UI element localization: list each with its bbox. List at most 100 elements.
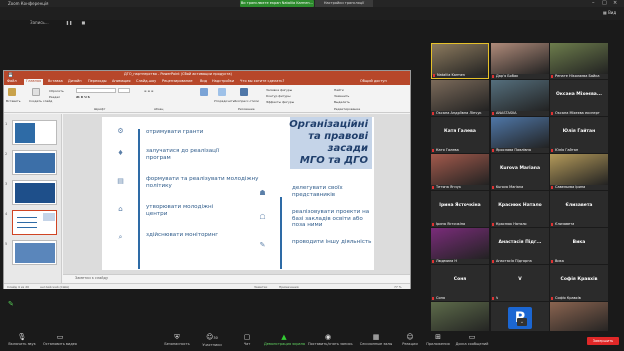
share-screen-button[interactable]: ▲ Демонстрация экрана: [264, 333, 305, 346]
annotate-pen-icon[interactable]: ✎: [8, 300, 14, 308]
slide-thumb-2[interactable]: [12, 150, 57, 175]
ribbon-find[interactable]: Найти: [334, 88, 344, 92]
ribbon-section[interactable]: Раздел: [49, 95, 60, 99]
slide-title-line: МГО та ДГО: [299, 155, 368, 166]
notes-toggle[interactable]: Заметки: [254, 284, 267, 290]
participants-button[interactable]: ☺30 Участники: [192, 333, 232, 347]
slide-canvas[interactable]: Організаційні та правові засади МГО та Д…: [102, 117, 374, 270]
paste-icon[interactable]: [8, 88, 16, 96]
save-icon[interactable]: 💾: [8, 72, 13, 77]
slide-thumb-4[interactable]: [12, 210, 57, 235]
language-label[interactable]: английский (США): [40, 284, 69, 290]
participant-tile[interactable]: VV: [491, 265, 549, 301]
unmute-button[interactable]: 🎙 Включить звук: [2, 333, 42, 346]
mic-muted-icon: 🎙: [17, 333, 27, 341]
participant-tile[interactable]: Ренате Ніколаєва Байка: [550, 43, 608, 79]
participant-tile[interactable]: Kurova Mariana Kurova Mariana: [491, 154, 549, 190]
ribbon-shape-fill[interactable]: Заливка фигуры: [266, 88, 292, 92]
participant-tile[interactable]: Катя Галева Катя Галева: [431, 117, 489, 153]
participant-tile[interactable]: Людмила Н: [431, 228, 489, 264]
notes-pane[interactable]: Заметки к слайду: [63, 274, 410, 283]
participant-tile[interactable]: Юлія Гайтан Юлія Гайтан: [550, 117, 608, 153]
participant-tile[interactable]: Вика Вика: [550, 228, 608, 264]
participant-tile[interactable]: Nataliia Karmen: [431, 43, 489, 79]
participant-tile[interactable]: Тетяна Янчук: [431, 154, 489, 190]
tab-slideshow[interactable]: Слайд-шоу: [136, 79, 156, 83]
tab-transitions[interactable]: Переходы: [88, 79, 107, 83]
end-meeting-button[interactable]: Завершить: [587, 337, 619, 345]
participant-tile[interactable]: Ярослава Павлівна: [491, 117, 549, 153]
ribbon-editing: Редактирование: [334, 107, 361, 111]
participant-tile[interactable]: Оксана Міхеєва... Оксана Міхеєва експерт: [550, 80, 608, 116]
share-label[interactable]: Общий доступ: [360, 79, 387, 83]
participant-tile[interactable]: Ірина Ясточкіна Ірина Ясточкіна: [431, 191, 489, 227]
tab-review[interactable]: Рецензирование: [162, 79, 193, 83]
security-button[interactable]: ⛨ Безопасность: [157, 333, 197, 346]
bold-icon[interactable]: Ж К Ч S: [76, 95, 90, 99]
participant-tile[interactable]: Дар'я Бобак: [491, 43, 549, 79]
participant-display-name: V: [518, 277, 522, 282]
ribbon-shape-outline[interactable]: Контур фигуры: [266, 94, 290, 98]
participant-display-name: Софія Кравхів: [560, 277, 598, 282]
ribbon-paste[interactable]: Вставить: [6, 99, 21, 103]
maximize-icon[interactable]: □: [602, 0, 607, 7]
participant-tile[interactable]: Савельєва Іринa: [550, 154, 608, 190]
ribbon-replace[interactable]: Заменить: [334, 94, 349, 98]
tab-view[interactable]: Вид: [200, 79, 207, 83]
ribbon-reset[interactable]: Сбросить: [49, 89, 64, 93]
mini-controls[interactable]: Запись... ❚❚ ■: [30, 9, 90, 25]
tab-insert[interactable]: Вставка: [48, 79, 63, 83]
tab-animation[interactable]: Анимация: [112, 79, 131, 83]
chat-button[interactable]: ▢ Чат: [227, 333, 267, 346]
participant-tile[interactable]: Софія Кравхів Софія Кравхів: [550, 265, 608, 301]
arrange-icon[interactable]: [218, 88, 226, 96]
slide-thumb-1[interactable]: [12, 120, 57, 145]
list-icon[interactable]: ≡ ≡ ≡: [144, 89, 153, 93]
participant-tile[interactable]: ANASTASIIA: [491, 80, 549, 116]
policy-icon: ▤: [117, 177, 124, 185]
quick-styles-icon[interactable]: [240, 88, 248, 96]
chevron-down-icon[interactable]: ⌄: [517, 318, 527, 326]
ribbon-quick-styles[interactable]: Экспресс-стили: [234, 99, 259, 103]
stop-video-button[interactable]: ▭ Остановить видео: [40, 333, 80, 346]
whiteboard-button[interactable]: ▭ Доска сообщений: [452, 333, 492, 346]
participant-name: Соня: [436, 296, 445, 300]
share-notice[interactable]: Ви транслюєте екран Nataliia Karmen...: [240, 0, 314, 7]
participant-tile[interactable]: Соня Соня: [431, 265, 489, 301]
slide-thumb-3[interactable]: [12, 180, 57, 205]
share-settings-button[interactable]: Настройки трансляції: [315, 0, 373, 7]
participant-video: [431, 154, 489, 185]
ribbon-new-slide[interactable]: Создать слайд: [29, 99, 52, 103]
participant-name: Анастасія Підгорна: [496, 259, 532, 263]
view-button[interactable]: ▦ Вид: [603, 10, 616, 15]
font-size-select[interactable]: [118, 88, 130, 93]
tell-me-search[interactable]: Что вы хотите сделать?: [240, 79, 284, 83]
participant-display-name: Юлія Гайтан: [562, 129, 596, 134]
stop-icon[interactable]: ■: [82, 20, 86, 25]
ribbon-select[interactable]: Выделить: [334, 100, 350, 104]
participant-tile[interactable]: Оксана Андріївна Лінчук: [431, 80, 489, 116]
tab-file[interactable]: Файл: [7, 79, 17, 83]
participant-display-name: Анастасія Підг...: [498, 240, 542, 245]
ribbon-shape-effects[interactable]: Эффекты фигуры: [266, 100, 294, 104]
participant-tile[interactable]: Краснюк Натало Краснюк Натало: [491, 191, 549, 227]
shapes-icon[interactable]: [200, 88, 208, 96]
zoom-level[interactable]: 77 %: [394, 284, 402, 290]
thumb-number: 1: [5, 122, 8, 126]
participant-tile[interactable]: Єлизавета Єлизавета: [550, 191, 608, 227]
new-slide-icon[interactable]: [32, 88, 40, 96]
whiteboard-icon: ▭: [468, 333, 476, 341]
tab-design[interactable]: Дизайн: [68, 79, 82, 83]
participant-video: [432, 44, 488, 75]
ribbon-arrange[interactable]: Упорядочить: [214, 99, 234, 103]
minimize-icon[interactable]: –: [592, 0, 595, 7]
participant-tile[interactable]: Анастасія Підг... Анастасія Підгорна: [491, 228, 549, 264]
pause-icon[interactable]: ❚❚: [66, 20, 73, 25]
record-button[interactable]: ◉ Поставить/снять запись: [308, 333, 353, 346]
comments-toggle[interactable]: Примечания: [279, 284, 299, 290]
tab-addins[interactable]: Надстройки: [212, 79, 234, 83]
slide-thumb-5[interactable]: [12, 240, 57, 265]
close-icon[interactable]: ×: [613, 0, 617, 7]
mic-muted-icon: [433, 74, 435, 77]
font-name-select[interactable]: [76, 88, 116, 93]
